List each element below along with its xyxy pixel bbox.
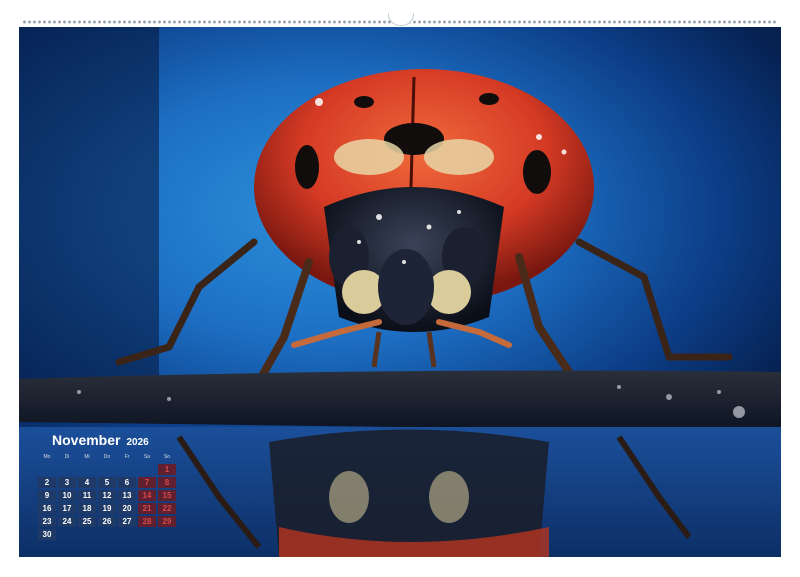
pronotum-marking [334, 139, 404, 175]
weekday-header: Fr [124, 454, 130, 460]
leg [371, 331, 382, 368]
weekday-header: Di [64, 454, 70, 460]
calendar-day: 12 [98, 490, 116, 501]
calendar-day: 19 [98, 503, 116, 514]
calendar-day: 4 [78, 477, 96, 488]
calendar-day: 13 [118, 490, 136, 501]
calendar-empty-cell [38, 464, 56, 475]
weekday-header: Sa [143, 454, 151, 460]
wet-surface [19, 370, 781, 432]
calendar-day: 22 [158, 503, 176, 514]
calendar-day: 20 [118, 503, 136, 514]
calendar-day: 16 [38, 503, 56, 514]
calendar-day: 14 [138, 490, 156, 501]
calendar-day: 5 [98, 477, 116, 488]
calendar-day: 1 [158, 464, 176, 475]
calendar-day: 29 [158, 516, 176, 527]
calendar-empty-cell [158, 529, 176, 540]
shell-spot [523, 150, 551, 194]
calendar-empty-cell [98, 529, 116, 540]
calendar-empty-cell [58, 529, 76, 540]
shell-spot [354, 96, 374, 108]
calendar-empty-cell [138, 529, 156, 540]
calendar-day: 2 [38, 477, 56, 488]
calendar-day: 27 [118, 516, 136, 527]
calendar-grid: Mo Di Mi Do Fr Sa So 1 2 3 4 5 6 7 8 9 10 11 12 13 14 15 16 17 1… [38, 452, 188, 540]
antenna [436, 319, 512, 348]
calendar-empty-cell [58, 464, 76, 475]
calendar-day: 23 [38, 516, 56, 527]
calendar-empty-cell [78, 464, 96, 475]
reflection-marking [429, 471, 469, 523]
year-label: 2026 [126, 437, 149, 448]
calendar-day: 9 [38, 490, 56, 501]
calendar-panel: November 2026 Mo Di Mi Do Fr Sa So 1 2 3 4 5 6 7 8 9 10 1… [38, 432, 188, 540]
calendar-day: 11 [78, 490, 96, 501]
calendar-day: 10 [58, 490, 76, 501]
calendar-day: 18 [78, 503, 96, 514]
calendar-empty-cell [118, 529, 136, 540]
shell-spot [479, 93, 499, 105]
antenna [291, 319, 382, 348]
calendar-empty-cell [98, 464, 116, 475]
shell-spot [295, 145, 319, 189]
leg [426, 331, 437, 368]
shadow-area [19, 27, 159, 407]
calendar-day: 26 [98, 516, 116, 527]
calendar-day: 30 [38, 529, 56, 540]
month-name: November [52, 432, 121, 448]
weekday-header: Mo [43, 454, 51, 460]
calendar-empty-cell [78, 529, 96, 540]
leg [575, 238, 733, 361]
calendar-day: 15 [158, 490, 176, 501]
calendar-day: 24 [58, 516, 76, 527]
calendar-day: 3 [58, 477, 76, 488]
weekday-header: So [163, 454, 171, 460]
month-header: November 2026 [52, 432, 188, 448]
calendar-empty-cell [138, 464, 156, 475]
calendar-day: 8 [158, 477, 176, 488]
calendar-day: 28 [138, 516, 156, 527]
reflection-marking [329, 471, 369, 523]
weekday-header: Mi [84, 454, 90, 460]
calendar-day: 25 [78, 516, 96, 527]
weekday-header: Do [103, 454, 111, 460]
calendar-day: 6 [118, 477, 136, 488]
pronotum-marking [424, 139, 494, 175]
calendar-day: 21 [138, 503, 156, 514]
calendar-day: 17 [58, 503, 76, 514]
calendar-empty-cell [118, 464, 136, 475]
face-center [378, 249, 434, 325]
calendar-day: 7 [138, 477, 156, 488]
